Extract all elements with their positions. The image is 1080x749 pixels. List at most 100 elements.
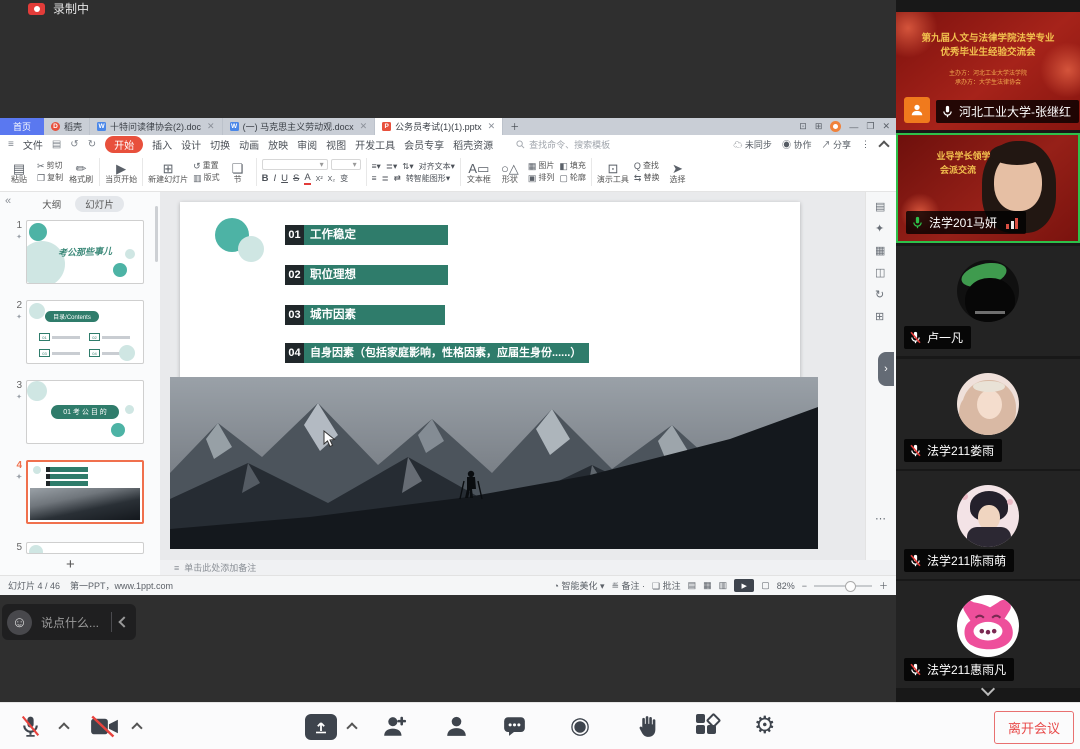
menu-slideshow[interactable]: 放映 [268, 137, 288, 152]
tab-document-1[interactable]: W 十特问读律协会(2).doc ✕ [90, 118, 223, 135]
object-pane-icon[interactable]: ◫ [875, 266, 885, 279]
font-size-select[interactable]: ▾ [331, 159, 361, 170]
copy-button[interactable]: ❐复制 [37, 174, 63, 183]
settings-button[interactable]: ⚙ [754, 714, 776, 738]
tab-document-2[interactable]: W (一) 马克思主义劳动观.docx ✕ [223, 118, 376, 135]
help-pane-icon[interactable]: ⊞ [875, 310, 884, 323]
save-icon[interactable]: ▤ [52, 139, 61, 150]
zoom-slider-knob[interactable] [845, 581, 856, 592]
close-button[interactable]: ✕ [882, 121, 890, 132]
emoji-icon[interactable]: ☺ [7, 610, 32, 635]
zoom-slider[interactable] [814, 585, 872, 587]
font-family-select[interactable]: ▾ [262, 159, 328, 170]
slideshow-play-button[interactable]: ▶ [734, 579, 754, 592]
participant-tile[interactable]: 法学211娄雨 [896, 359, 1080, 469]
normal-view-icon[interactable]: ▤ [688, 580, 697, 591]
align-text-button[interactable]: 对齐文本▾ [419, 162, 455, 171]
menu-devtools[interactable]: 开发工具 [355, 137, 395, 152]
shapes-button[interactable]: ○△形状 [497, 160, 523, 184]
menu-start[interactable]: 开始 [105, 136, 143, 153]
camera-toggle-button[interactable] [90, 714, 119, 739]
participant-tile[interactable]: 法学211惠雨凡 [896, 581, 1080, 688]
tab-outline[interactable]: 大纲 [36, 196, 67, 212]
slide-item-3[interactable]: 03 城市因素 [285, 305, 540, 325]
slide-item-4[interactable]: 04 自身因素（包括家庭影响，性格因素，应届生身份......） [285, 343, 589, 363]
numbered-list-button[interactable]: ≣▾ [386, 162, 397, 171]
cut-button[interactable]: ✂剪切 [37, 162, 63, 171]
tab-close-icon[interactable]: ✕ [488, 121, 496, 132]
tab-docer[interactable]: D 稻壳 [44, 118, 90, 135]
cloud-sync-status[interactable]: ☁ 未同步 [733, 138, 772, 151]
tab-close-icon[interactable]: ✕ [360, 121, 368, 132]
chart-pane-icon[interactable]: ↻ [875, 288, 884, 301]
strikethrough-button[interactable]: S [293, 174, 299, 184]
pane-expander-button[interactable]: › [878, 352, 894, 386]
align-left-icon[interactable]: ≡ [372, 174, 377, 183]
chat-placeholder[interactable]: 说点什么... [41, 614, 99, 631]
fill-button[interactable]: ◧填充 [559, 162, 586, 171]
leave-meeting-button[interactable]: 离开会议 [994, 711, 1074, 744]
layout-button[interactable]: ▥版式 [193, 174, 220, 183]
more-menu-icon[interactable]: ⋮ [861, 139, 870, 150]
sidebar-scroll-down-button[interactable] [953, 684, 1023, 698]
undo-icon[interactable]: ↺ [70, 139, 78, 150]
layout-toggle-icon[interactable]: ⊡ [799, 121, 807, 132]
collaborate-button[interactable]: ◉ 协作 [782, 138, 812, 151]
reading-view-icon[interactable]: ▥ [719, 580, 728, 591]
restore-button[interactable]: ❐ [866, 121, 874, 132]
thumbnail-slide-3[interactable]: 3✦ 01 考 公 目 的 [8, 380, 144, 444]
menu-file[interactable]: 文件 [23, 137, 43, 152]
insert-image-button[interactable]: ▦图片 [528, 162, 555, 171]
format-painter-button[interactable]: ✏格式刷 [68, 160, 94, 184]
sorter-view-icon[interactable]: ▦ [703, 580, 712, 591]
zoom-out-button[interactable]: − [802, 581, 807, 591]
chat-collapse-button[interactable] [112, 604, 136, 640]
superscript-button[interactable]: X² [316, 176, 323, 183]
find-button[interactable]: Q查找 [634, 162, 660, 171]
share-button[interactable]: ↗ 分享 [821, 138, 851, 151]
thumbnail-slide-2[interactable]: 2✦ 目录/Contents 01 02 03 04 [8, 300, 144, 364]
menu-animation[interactable]: 动画 [239, 137, 259, 152]
slide-canvas[interactable]: 01 工作稳定 02 职位理想 03 城市因素 04 自身因素（包括家庭影响，性… [160, 192, 865, 560]
tab-home[interactable]: 首页 [0, 118, 44, 135]
arrange-button[interactable]: ▣排列 [528, 174, 555, 183]
share-screen-button[interactable] [305, 714, 337, 740]
fit-slide-icon[interactable]: ▢ [761, 580, 770, 591]
underline-button[interactable]: U [281, 174, 288, 184]
font-color-button[interactable]: A [304, 173, 310, 185]
apps-button[interactable] [696, 714, 718, 736]
menu-member[interactable]: 会员专享 [404, 137, 444, 152]
thumbnail-slide-1[interactable]: 1✦ 考公那些事儿 [8, 220, 144, 284]
indent-icon[interactable]: ⇄ [394, 174, 401, 183]
chat-button[interactable] [502, 714, 527, 738]
replace-button[interactable]: ⇆替换 [634, 174, 660, 183]
raise-hand-button[interactable] [636, 714, 659, 738]
menu-design[interactable]: 设计 [181, 137, 201, 152]
design-pane-icon[interactable]: ▦ [875, 244, 885, 257]
slide-item-1[interactable]: 01 工作稳定 [285, 225, 540, 245]
participant-tile[interactable]: 法学211陈雨萌 [896, 471, 1080, 579]
menu-docer-resources[interactable]: 稻壳资源 [453, 137, 493, 152]
notes-bar[interactable]: ≡ 单击此处添加备注 [160, 560, 896, 575]
participant-tile-speaking[interactable]: 业导学长领学帮 会派交流 法学201马妍 [896, 133, 1080, 243]
invite-button[interactable] [382, 714, 408, 738]
mic-options-caret[interactable] [60, 721, 68, 732]
reset-button[interactable]: ↺重置 [193, 162, 220, 171]
menu-view[interactable]: 视图 [326, 137, 346, 152]
record-button[interactable]: ◉ [570, 714, 590, 737]
play-from-page-button[interactable]: ▶当页开始 [105, 160, 137, 184]
menu-transition[interactable]: 切换 [210, 137, 230, 152]
tab-slides[interactable]: 幻灯片 [75, 196, 124, 212]
participant-tile[interactable]: 第九届人文与法律学院法学专业 优秀毕业生经验交流会 主办方：河北工业大学法学院 … [896, 12, 1080, 130]
camera-options-caret[interactable] [133, 721, 141, 732]
hamburger-icon[interactable]: ≡ [8, 139, 14, 150]
bullet-list-button[interactable]: ≡▾ [372, 162, 381, 171]
minimize-button[interactable]: — [849, 122, 858, 132]
align-center-icon[interactable]: ≣ [382, 174, 389, 183]
animation-pane-icon[interactable]: ✦ [875, 222, 884, 235]
more-pane-icon[interactable]: ⋯ [875, 512, 886, 525]
redo-icon[interactable]: ↻ [88, 139, 96, 150]
present-tools-button[interactable]: ⊡演示工具 [597, 160, 629, 184]
text-effects-button[interactable]: 变 [340, 175, 348, 183]
collapse-ribbon-icon[interactable] [878, 140, 889, 151]
